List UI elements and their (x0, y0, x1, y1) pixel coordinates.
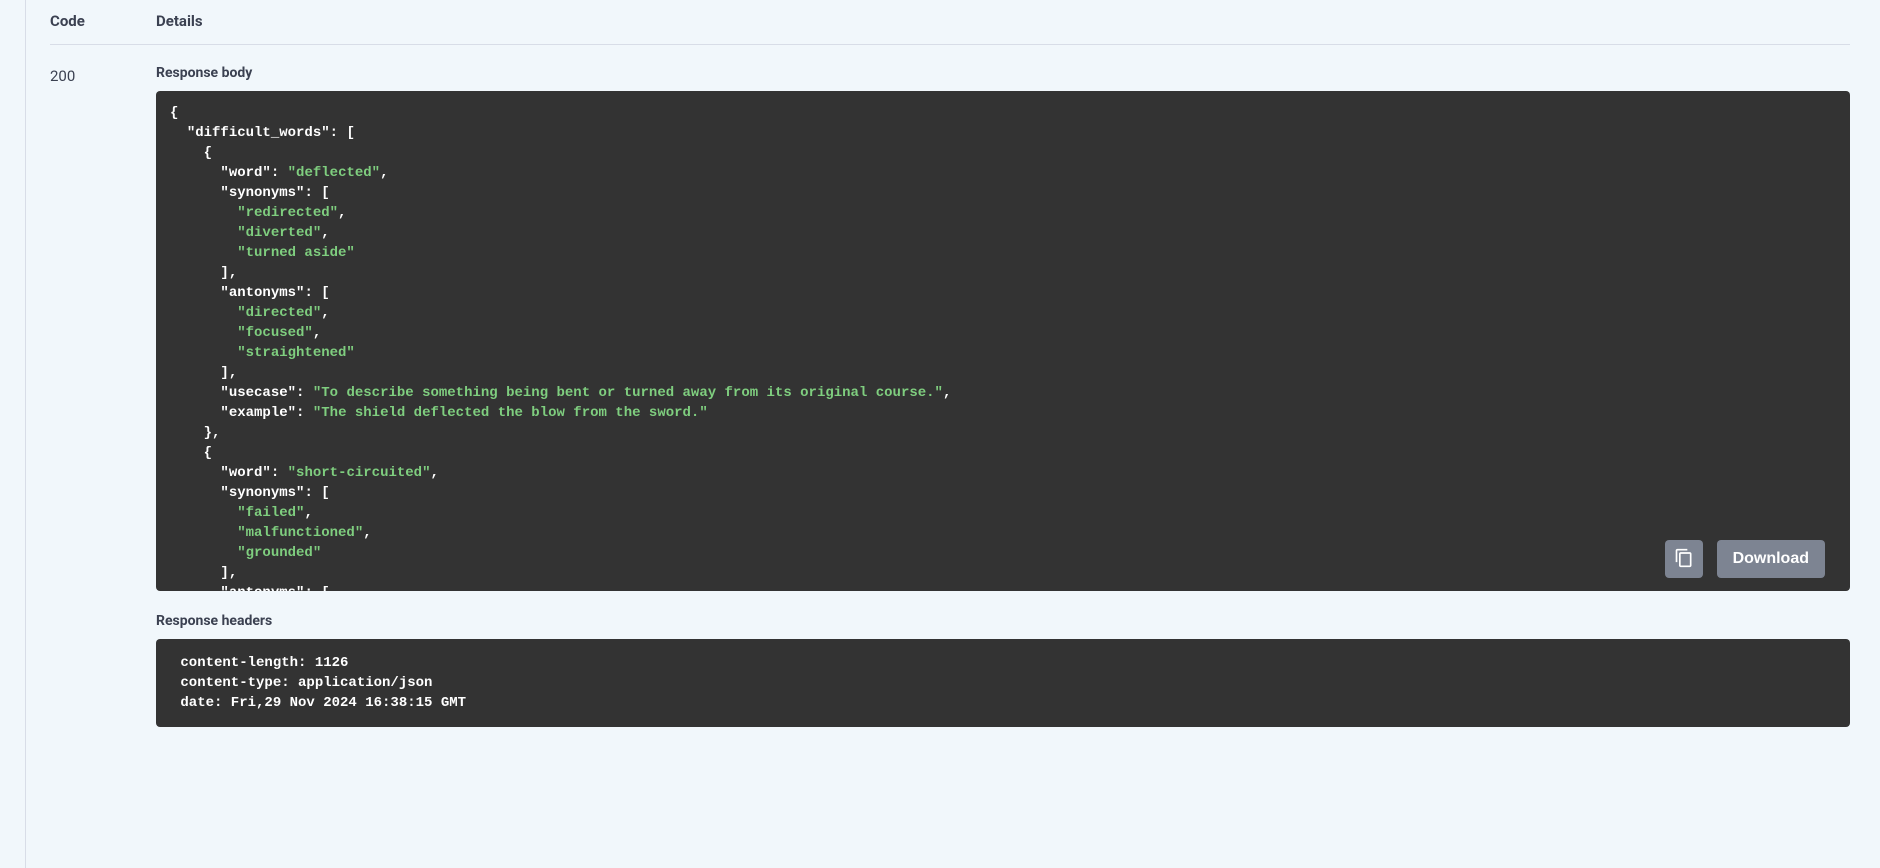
response-headers-content[interactable]: content-length: 1126 content-type: appli… (156, 639, 1850, 727)
response-headers-label: Response headers (156, 613, 1850, 629)
response-body-label: Response body (156, 65, 1850, 81)
clipboard-icon (1674, 548, 1694, 571)
status-code: 200 (50, 65, 156, 727)
copy-button[interactable] (1665, 540, 1703, 578)
details-column-header: Details (156, 12, 203, 30)
response-row: 200 Response body { "difficult_words": [… (50, 65, 1850, 727)
download-button[interactable]: Download (1717, 540, 1825, 578)
response-table-header: Code Details (50, 0, 1850, 45)
code-column-header: Code (50, 12, 156, 30)
response-body-content[interactable]: { "difficult_words": [ { "word": "deflec… (156, 91, 1850, 591)
